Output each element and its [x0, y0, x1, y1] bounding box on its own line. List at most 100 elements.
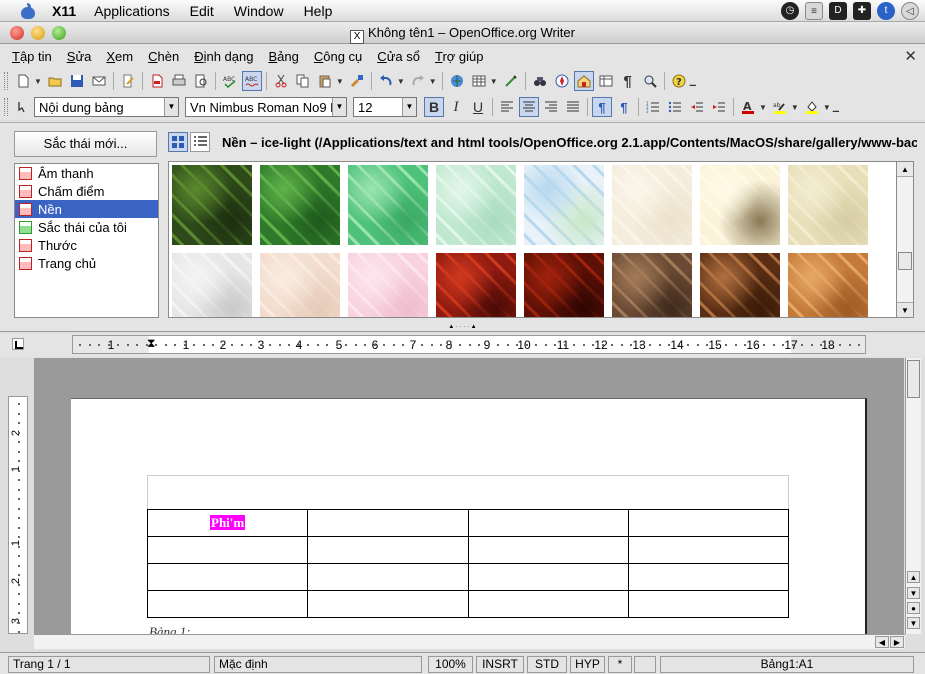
gallery-thumbnail-paws[interactable]: [172, 253, 252, 317]
toolbar-grip[interactable]: [4, 98, 8, 116]
menu-6[interactable]: Công cụ: [314, 49, 362, 64]
document-table[interactable]: Phi'm: [146, 509, 790, 618]
document-page[interactable]: Phi'm Bảng 1:: [71, 398, 867, 634]
chevron-down-icon[interactable]: ▼: [332, 98, 346, 116]
table-cell[interactable]: [467, 563, 629, 591]
page-preview-icon[interactable]: [191, 71, 211, 91]
next-page-icon[interactable]: ▼: [907, 617, 920, 629]
toolbar-grip[interactable]: [4, 72, 8, 90]
document-area[interactable]: Phi'm Bảng 1:: [34, 358, 904, 634]
data-sources-icon[interactable]: [596, 71, 616, 91]
justify-icon[interactable]: [563, 97, 583, 117]
text-direction-ltr-icon[interactable]: ¶: [592, 97, 612, 117]
table-cell[interactable]: [467, 509, 629, 537]
font-name-select[interactable]: Vn Nimbus Roman No9 L ▼: [185, 97, 347, 117]
email-icon[interactable]: [89, 71, 109, 91]
background-color-dropdown-icon[interactable]: ▼: [823, 103, 831, 112]
bullets-icon[interactable]: [665, 97, 685, 117]
menu-2[interactable]: Xem: [106, 49, 133, 64]
table-icon[interactable]: [469, 71, 489, 91]
window-titlebar[interactable]: X Không tên1 – OpenOffice.org Writer: [0, 22, 925, 44]
toolbar-overflow-icon[interactable]: ▁: [690, 77, 696, 86]
highlighting-icon[interactable]: ab: [770, 97, 790, 117]
chevron-down-icon[interactable]: ▼: [164, 98, 178, 116]
font-size-select[interactable]: 12 ▼: [353, 97, 417, 117]
menu-0[interactable]: Tập tin: [12, 49, 52, 64]
gallery-thumbnail-peach[interactable]: [260, 253, 340, 317]
document-horizontal-scrollbar[interactable]: ◀ ▶: [34, 634, 905, 649]
align-center-icon[interactable]: [519, 97, 539, 117]
table-cell[interactable]: [467, 536, 629, 564]
paste-icon[interactable]: [315, 71, 335, 91]
gallery-thumbnail-dark-red[interactable]: [524, 253, 604, 317]
underline-button[interactable]: U: [468, 97, 488, 117]
indent-marker-icon[interactable]: ⧗: [147, 336, 155, 351]
theme-item[interactable]: Âm thanh: [15, 164, 158, 182]
system-menu-edit[interactable]: Edit: [190, 3, 214, 19]
table-cell[interactable]: Phi'm: [146, 509, 309, 537]
theme-list[interactable]: Âm thanh Chấm điểm Nền Sắc thái của tôi Thướ…: [14, 163, 159, 318]
table-cell[interactable]: [307, 563, 469, 591]
print-icon[interactable]: [169, 71, 189, 91]
undo-icon[interactable]: [376, 71, 396, 91]
decrease-indent-icon[interactable]: [687, 97, 707, 117]
edit-file-icon[interactable]: [118, 71, 138, 91]
menu-4[interactable]: Định dạng: [194, 49, 253, 64]
theme-item[interactable]: Thước: [15, 236, 158, 254]
scroll-left-icon[interactable]: ◀: [875, 636, 889, 648]
table-cell[interactable]: [146, 590, 309, 618]
gallery-splitter[interactable]: ▲ · · · · ▲: [0, 324, 925, 332]
table-cell[interactable]: [307, 536, 469, 564]
table-caption[interactable]: Bảng 1:: [149, 624, 191, 634]
highlighted-text[interactable]: Phi'm: [210, 515, 246, 530]
horizontal-ruler[interactable]: 1123456789101112131415161718⧗: [72, 335, 866, 354]
table-cell[interactable]: [307, 509, 469, 537]
keyboard-icon[interactable]: ✚: [853, 2, 871, 20]
document-vertical-scrollbar[interactable]: ▲ ▼ ● ▼: [905, 358, 921, 634]
menu-8[interactable]: Trợ giúp: [435, 49, 484, 64]
export-pdf-icon[interactable]: [147, 71, 167, 91]
new-dropdown-icon[interactable]: ▼: [34, 77, 42, 86]
menu-3[interactable]: Chèn: [148, 49, 179, 64]
status-selection-mode[interactable]: STD: [527, 656, 567, 673]
system-menu-window[interactable]: Window: [234, 3, 284, 19]
highlighting-dropdown-icon[interactable]: ▼: [791, 103, 799, 112]
styles-formatting-icon[interactable]: [13, 97, 33, 117]
scroll-up-icon[interactable]: ▲: [897, 162, 913, 177]
navigation-icon[interactable]: ●: [907, 602, 920, 614]
detailed-view-button[interactable]: [190, 132, 210, 152]
gallery-thumbnail-wood[interactable]: [788, 253, 868, 317]
table-cell[interactable]: [467, 590, 629, 618]
numbering-icon[interactable]: 123: [643, 97, 663, 117]
table-cell[interactable]: [307, 590, 469, 618]
show-draw-functions-icon[interactable]: [501, 71, 521, 91]
status-insert-mode[interactable]: INSRT: [476, 656, 524, 673]
zoom-icon[interactable]: [640, 71, 660, 91]
page-header[interactable]: [147, 475, 789, 509]
gallery-thumbnail-bubbles[interactable]: [524, 165, 604, 245]
spellcheck-icon[interactable]: ABC: [220, 71, 240, 91]
script-icon[interactable]: ≡: [805, 2, 823, 20]
menu-1[interactable]: Sửa: [67, 49, 92, 64]
table-cell[interactable]: [627, 590, 790, 618]
scroll-thumb[interactable]: [898, 252, 912, 270]
increase-indent-icon[interactable]: [709, 97, 729, 117]
gallery-thumbnail-parchment[interactable]: [788, 165, 868, 245]
align-right-icon[interactable]: [541, 97, 561, 117]
italic-button[interactable]: I: [446, 97, 466, 117]
table-cell[interactable]: [146, 563, 309, 591]
status-signature[interactable]: [634, 656, 656, 673]
gallery-thumbnail-music-notes[interactable]: [700, 165, 780, 245]
status-zoom[interactable]: 100%: [428, 656, 473, 673]
scroll-up-icon[interactable]: ▲: [907, 571, 920, 583]
theme-item[interactable]: Trang chủ: [15, 254, 158, 272]
help-icon[interactable]: ?: [669, 71, 689, 91]
status-hyphenation[interactable]: HYP: [570, 656, 605, 673]
save-icon[interactable]: [67, 71, 87, 91]
copy-icon[interactable]: [293, 71, 313, 91]
gallery-thumbnail-mint[interactable]: [436, 165, 516, 245]
table-cell[interactable]: [627, 536, 790, 564]
system-menu-help[interactable]: Help: [304, 3, 333, 19]
gallery-thumbnail-roses[interactable]: [436, 253, 516, 317]
apple-icon[interactable]: [20, 2, 36, 19]
